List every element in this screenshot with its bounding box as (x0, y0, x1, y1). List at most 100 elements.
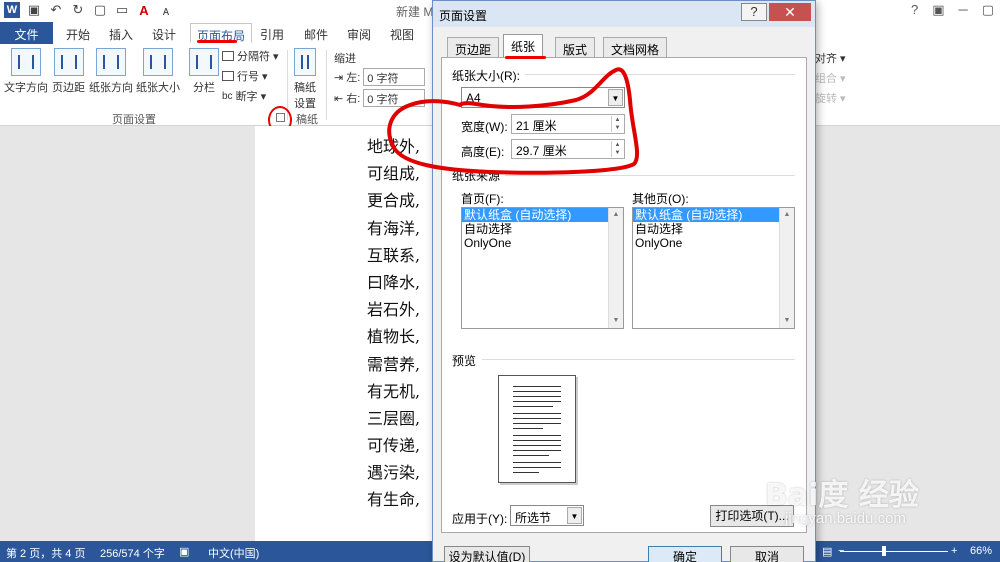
margins-button[interactable]: 页边距 (52, 48, 85, 95)
scroll-up-icon[interactable]: ▲ (609, 208, 623, 222)
orientation-icon (96, 48, 126, 76)
list-item[interactable]: 自动选择 (633, 222, 794, 236)
open-folder-icon[interactable]: ▭ (114, 2, 130, 18)
redo-icon[interactable]: ↻ (70, 2, 86, 18)
hyphenation-label: 断字 (235, 91, 258, 103)
zoom-slider[interactable] (840, 551, 948, 552)
list-item[interactable]: OnlyOne (462, 236, 623, 250)
other-pages-list[interactable]: 默认纸盒 (自动选择) 自动选择 OnlyOne ▲ ▼ (632, 207, 795, 329)
indent-left-icon: ⇥ (334, 71, 344, 84)
tab-review[interactable]: 审阅 (341, 23, 377, 43)
hyphenation-button[interactable]: bc 断字 ▾ (222, 88, 266, 104)
scroll-up-icon[interactable]: ▲ (780, 208, 794, 222)
dialog-title-bar[interactable]: 页面设置 ? ✕ (433, 1, 815, 27)
set-default-button[interactable]: 设为默认值(D) (444, 546, 530, 562)
size-icon (143, 48, 173, 76)
tab-view[interactable]: 视图 (384, 23, 420, 43)
status-word-count[interactable]: 256/574 个字 (100, 545, 165, 561)
group-label-page-setup: 页面设置 (112, 114, 156, 126)
tab-file[interactable]: 文件 (0, 22, 53, 44)
zoom-in-button[interactable]: + (951, 545, 957, 557)
status-language[interactable]: 中文(中国) (208, 545, 259, 561)
orientation-label: 纸张方向 (89, 82, 133, 94)
proofing-icon[interactable]: ▣ (179, 545, 189, 558)
group-button[interactable]: 组合 ▾ (815, 70, 846, 86)
manuscript-label-2: 设置 (294, 98, 316, 110)
paper-source-label: 纸张来源 (452, 169, 501, 183)
scroll-down-icon[interactable]: ▼ (780, 314, 794, 328)
grow-font-icon[interactable]: ᴀ (158, 2, 174, 18)
width-input[interactable]: 21 厘米 ▲ ▼ (511, 114, 625, 134)
undo-icon[interactable]: ↶ (48, 2, 64, 18)
indent-right-input[interactable]: 0 字符 (363, 89, 426, 107)
tab-layout[interactable]: 版式 (555, 37, 596, 57)
doc-line: 地球外, (367, 137, 421, 156)
margins-label: 页边距 (52, 82, 85, 94)
minimize-icon[interactable]: ─ (958, 2, 967, 18)
new-document-icon[interactable]: ▢ (92, 2, 108, 18)
preview-line (513, 423, 561, 424)
breaks-button[interactable]: 分隔符 ▾ (222, 48, 279, 64)
line-numbers-button[interactable]: 行号 ▾ (222, 68, 268, 84)
tab-mailings[interactable]: 邮件 (298, 23, 334, 43)
doc-line: 可组成, (367, 164, 421, 184)
save-icon[interactable]: ▣ (26, 2, 42, 18)
apply-to-label: 应用于(Y): (452, 512, 508, 526)
zoom-level[interactable]: 66% (970, 545, 992, 557)
help-icon[interactable]: ? (911, 2, 918, 18)
scroll-down-icon[interactable]: ▼ (609, 314, 623, 328)
size-button[interactable]: 纸张大小 (136, 48, 180, 95)
tab-document-grid[interactable]: 文档网格 (603, 37, 668, 57)
tab-insert[interactable]: 插入 (103, 23, 139, 43)
text-direction-button[interactable]: 文字方向 (4, 48, 48, 95)
paper-size-select[interactable]: A4 ▼ (461, 87, 625, 108)
annotation-underline-paper-tab (505, 56, 546, 59)
document-text: 地球外, 可组成, 更合成, 有海洋, 互联系, 曰降水, 岩石外, 植物长, … (367, 133, 420, 514)
tab-home[interactable]: 开始 (60, 23, 96, 43)
height-input[interactable]: 29.7 厘米 ▲ ▼ (511, 139, 625, 159)
ok-button[interactable]: 确定 (648, 546, 722, 562)
dropdown-arrow-icon[interactable]: ▼ (608, 89, 623, 106)
apply-to-value: 所选节 (515, 511, 552, 525)
word-logo-icon[interactable]: W (4, 2, 20, 18)
preview-line (513, 455, 549, 456)
dialog-help-button[interactable]: ? (741, 3, 767, 21)
dropdown-arrow-icon[interactable]: ▼ (567, 507, 582, 524)
doc-line: 可传递, (367, 436, 421, 456)
first-page-scrollbar[interactable]: ▲ ▼ (608, 208, 623, 328)
ribbon-display-icon[interactable]: ▣ (932, 2, 944, 18)
other-pages-scrollbar[interactable]: ▲ ▼ (779, 208, 794, 328)
align-button[interactable]: 对齐 ▾ (815, 50, 846, 66)
columns-button[interactable]: 分栏 (189, 48, 219, 95)
preview-line (513, 413, 561, 414)
orientation-button[interactable]: 纸张方向 (89, 48, 133, 95)
list-item[interactable]: 默认纸盒 (自动选择) (462, 208, 623, 222)
columns-label: 分栏 (193, 82, 215, 94)
font-color-icon[interactable]: A (136, 2, 152, 18)
first-page-list[interactable]: 默认纸盒 (自动选择) 自动选择 OnlyOne ▲ ▼ (461, 207, 624, 329)
annotation-underline-tab (197, 40, 237, 43)
view-mode-icon[interactable]: ▤ (822, 545, 832, 558)
tab-references[interactable]: 引用 (254, 23, 290, 43)
tab-margins[interactable]: 页边距 (447, 37, 500, 57)
maximize-icon[interactable]: ▢ (982, 2, 994, 18)
zoom-slider-thumb[interactable] (882, 546, 886, 556)
status-page[interactable]: 第 2 页，共 4 页 (6, 545, 85, 561)
rotate-button[interactable]: 旋转 ▾ (815, 90, 846, 106)
hyphenation-icon: bc (222, 90, 233, 102)
size-label: 纸张大小 (136, 82, 180, 94)
apply-to-select[interactable]: 所选节 ▼ (510, 505, 584, 526)
list-item[interactable]: 默认纸盒 (自动选择) (633, 208, 794, 222)
tab-paper[interactable]: 纸张 (503, 34, 544, 58)
dialog-close-button[interactable]: ✕ (769, 3, 811, 21)
list-item[interactable]: 自动选择 (462, 222, 623, 236)
manuscript-button[interactable]: 稿纸 设置 (294, 48, 316, 111)
cancel-button[interactable]: 取消 (730, 546, 804, 562)
height-label: 高度(E): (461, 145, 505, 159)
tab-design[interactable]: 设计 (146, 23, 182, 43)
width-spin-icon[interactable]: ▲ ▼ (611, 116, 623, 132)
manuscript-icon (294, 48, 316, 76)
list-item[interactable]: OnlyOne (633, 236, 794, 250)
indent-left-input[interactable]: 0 字符 (363, 68, 426, 86)
height-spin-icon[interactable]: ▲ ▼ (611, 141, 623, 157)
